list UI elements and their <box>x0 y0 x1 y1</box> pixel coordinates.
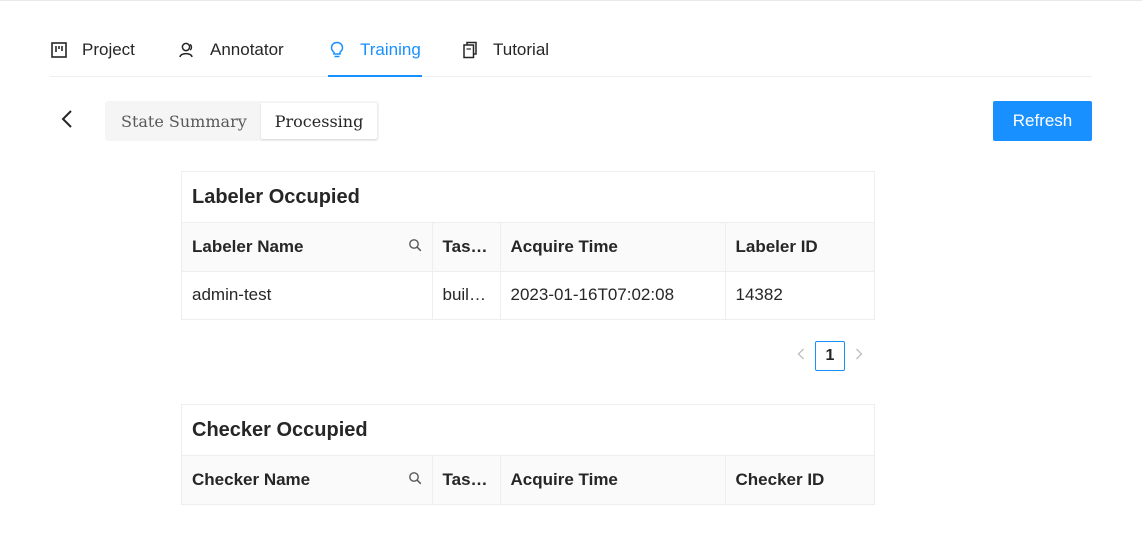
refresh-button[interactable]: Refresh <box>993 101 1092 141</box>
tab-project-label: Project <box>82 40 135 59</box>
labeler-occupied-card: Labeler Occupied Labeler Name Tas… Acqui… <box>181 171 875 320</box>
tab-annotator-label: Annotator <box>210 40 284 59</box>
checker-occupied-card: Checker Occupied Checker Name Tas… Acqui… <box>181 404 875 505</box>
search-icon[interactable] <box>408 470 422 490</box>
tab-annotator[interactable]: Annotator <box>178 24 284 76</box>
labeler-table-title: Labeler Occupied <box>182 172 874 223</box>
tab-training-label: Training <box>360 40 421 59</box>
column-header-labeler-name: Labeler Name <box>182 223 433 272</box>
main-nav: Project Annotator Training Tutorial <box>50 24 1092 77</box>
search-icon[interactable] <box>408 237 422 257</box>
table-header-row: Checker Name Tas… Acquire Time Checker I… <box>182 456 874 505</box>
bulb-icon <box>328 41 346 59</box>
tab-training[interactable]: Training <box>328 24 422 77</box>
checker-table-title: Checker Occupied <box>182 405 874 456</box>
cell-task: buil… <box>432 271 501 320</box>
prev-page-button[interactable] <box>787 341 815 371</box>
page-number-button[interactable]: 1 <box>815 341 845 371</box>
project-icon <box>50 41 68 59</box>
chevron-right-icon <box>855 347 863 365</box>
table-header-row: Labeler Name Tas… Acquire Time Labeler I… <box>182 223 874 272</box>
column-header-label: Checker Name <box>192 469 311 489</box>
next-page-button[interactable] <box>845 341 873 371</box>
segment-processing[interactable]: Processing <box>260 103 378 139</box>
copy-icon <box>461 41 479 59</box>
cell-labeler-name: admin-test <box>182 271 433 320</box>
pagination: 1 <box>787 341 873 371</box>
labeler-table: Labeler Name Tas… Acquire Time Labeler I… <box>182 223 874 320</box>
tab-project[interactable]: Project <box>50 24 135 76</box>
column-header-checker-id: Checker ID <box>725 456 874 505</box>
table-row: admin-test buil… 2023-01-16T07:02:08 143… <box>182 271 874 320</box>
cell-labeler-id: 14382 <box>725 271 874 320</box>
top-divider <box>0 0 1142 1</box>
column-header-acquire-time: Acquire Time <box>500 223 726 272</box>
chevron-left-icon <box>797 347 805 365</box>
segment-state-summary[interactable]: State Summary <box>107 103 261 139</box>
tab-tutorial[interactable]: Tutorial <box>461 24 549 76</box>
cell-acquire-time: 2023-01-16T07:02:08 <box>500 271 726 320</box>
user-icon <box>178 41 196 59</box>
column-header-task: Tas… <box>432 456 501 505</box>
column-header-task: Tas… <box>432 223 501 272</box>
view-segmented-control: State Summary Processing <box>105 101 380 141</box>
checker-table: Checker Name Tas… Acquire Time Checker I… <box>182 456 874 505</box>
column-header-acquire-time: Acquire Time <box>500 456 726 505</box>
column-header-checker-name: Checker Name <box>182 456 433 505</box>
column-header-labeler-id: Labeler ID <box>725 223 874 272</box>
column-header-label: Labeler Name <box>192 236 304 256</box>
chevron-left-icon <box>60 109 74 134</box>
tab-tutorial-label: Tutorial <box>493 40 550 59</box>
back-button[interactable] <box>50 102 84 140</box>
